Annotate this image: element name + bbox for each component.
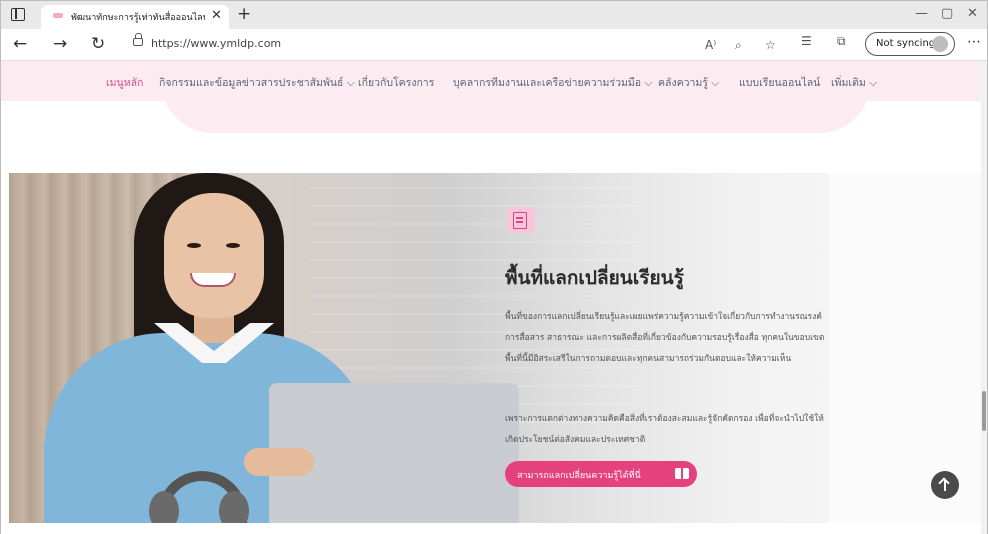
site-menu: เมนูหลัก กิจกรรมและข้อมูลข่าวสารประชาสัม…: [1, 61, 987, 101]
book-icon: [675, 468, 689, 479]
tab-actions-icon[interactable]: [11, 8, 25, 21]
face: [164, 193, 264, 318]
hero-section: พื้นที่แลกเปลี่ยนเรียนรู้ พื้นที่ของการแ…: [9, 173, 987, 523]
profile-sync-button[interactable]: Not syncing: [865, 32, 955, 56]
hero-heading: พื้นที่แลกเปลี่ยนเรียนรู้: [505, 267, 684, 289]
eye: [226, 243, 240, 248]
hero-paragraph: พื้นที่ของการแลกเปลี่ยนเรียนรู้และเผยแพร…: [505, 312, 825, 364]
headphone-ear: [219, 491, 249, 523]
scroll-thumb[interactable]: [982, 391, 986, 431]
menu-about[interactable]: เกี่ยวกับโครงการ: [358, 74, 434, 91]
back-icon[interactable]: ←: [13, 34, 27, 54]
browser-tab[interactable]: พัฒนาทักษะการรู้เท่าทันสื่อออนไลน์ ไข ✕: [41, 5, 229, 29]
tab-strip: พัฒนาทักษะการรู้เท่าทันสื่อออนไลน์ ไข ✕ …: [1, 1, 987, 29]
menu-more[interactable]: เพิ่มเติม ⌵: [831, 74, 877, 91]
eye: [187, 243, 201, 248]
menu-activities[interactable]: กิจกรรมและข้อมูลข่าวสารประชาสัมพันธ์ ⌵: [159, 74, 355, 91]
collections-icon[interactable]: ⧉: [837, 34, 846, 49]
cta-label: สามารถแลกเปลี่ยนความรู้ได้ที่นี่: [517, 471, 641, 481]
address-row: ← → ↻ https://www.ymldp.com A⁾ ⌕ ☆ ☰ ⧉ N…: [1, 29, 987, 61]
sync-label: Not syncing: [876, 38, 936, 49]
menu-team[interactable]: บุคลากรทีมงานและเครือข่ายความร่วมมือ ⌵: [453, 74, 652, 91]
minimize-icon[interactable]: —: [915, 6, 928, 21]
window-background: [829, 173, 987, 523]
tab-title: พัฒนาทักษะการรู้เท่าทันสื่อออนไลน์ ไข: [71, 13, 205, 23]
browser-window: พัฒนาทักษะการรู้เท่าทันสื่อออนไลน์ ไข ✕ …: [0, 0, 988, 534]
maximize-icon[interactable]: ▢: [941, 6, 953, 21]
hero-content: พื้นที่แลกเปลี่ยนเรียนรู้ พื้นที่ของการแ…: [499, 193, 839, 513]
lock-icon[interactable]: [133, 33, 143, 46]
menu-knowledge[interactable]: คลังความรู้ ⌵: [658, 74, 719, 91]
zoom-icon[interactable]: ⌕: [735, 38, 742, 53]
close-icon[interactable]: ✕: [211, 8, 222, 23]
close-window-icon[interactable]: ✕: [967, 6, 978, 21]
favorites-icon[interactable]: ☰: [801, 34, 812, 48]
smile: [190, 273, 236, 287]
plus-icon[interactable]: +: [237, 4, 251, 24]
menu-online-lessons[interactable]: แบบเรียนออนไลน์: [739, 74, 820, 91]
favorite-icon[interactable]: ☆: [765, 38, 776, 52]
scrollbar[interactable]: [981, 61, 987, 534]
url-text[interactable]: https://www.ymldp.com: [151, 37, 281, 50]
student-photo: [39, 173, 519, 523]
headphone-ear: [149, 491, 179, 523]
read-aloud-icon[interactable]: A⁾: [705, 38, 716, 52]
document-icon: [507, 207, 535, 233]
web-page: เมนูหลัก กิจกรรมและข้อมูลข่าวสารประชาสัม…: [1, 61, 987, 534]
profile-icon: [932, 36, 948, 52]
arrow-up-icon[interactable]: [931, 471, 959, 499]
forward-icon[interactable]: →: [53, 34, 67, 54]
favicon-icon: [53, 13, 63, 18]
hero-paragraph: เพราะการแตกต่างทางความคิดคือสิ่งที่เราต้…: [505, 414, 824, 445]
menu-home[interactable]: เมนูหลัก: [106, 74, 143, 91]
more-icon[interactable]: ⋯: [967, 34, 981, 50]
exchange-knowledge-button[interactable]: สามารถแลกเปลี่ยนความรู้ได้ที่นี่: [505, 461, 697, 487]
refresh-icon[interactable]: ↻: [91, 34, 105, 54]
address-bar[interactable]: https://www.ymldp.com A⁾ ⌕ ☆: [131, 33, 831, 57]
hand: [244, 448, 314, 476]
section-divider: [9, 523, 987, 534]
